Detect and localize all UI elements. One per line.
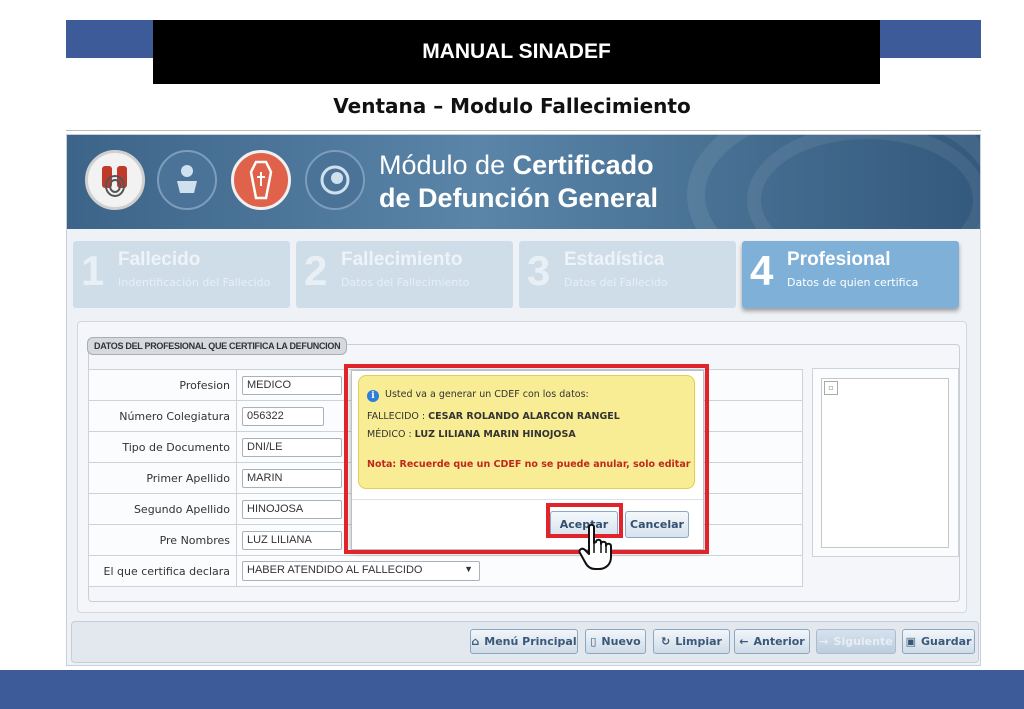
dialog-highlight bbox=[344, 364, 709, 554]
step-title: Fallecimiento bbox=[341, 249, 463, 270]
fetus-icon[interactable] bbox=[305, 150, 365, 210]
arrow-left-icon: ← bbox=[739, 635, 749, 648]
button-label: Guardar bbox=[920, 635, 972, 648]
colegiatura-label: Número Colegiatura bbox=[88, 400, 237, 432]
anterior-button[interactable]: ← Anterior bbox=[734, 629, 810, 654]
tipo-documento-field[interactable]: DNI/LE bbox=[242, 437, 342, 457]
slide-subtitle: Ventana – Modulo Fallecimiento bbox=[333, 94, 691, 118]
button-label: Limpiar bbox=[675, 635, 722, 648]
declara-label: El que certifica declara bbox=[88, 555, 237, 587]
home-icon: ⌂ bbox=[471, 635, 480, 648]
limpiar-button[interactable]: ↻ Limpiar bbox=[653, 629, 730, 654]
file-icon: ▯ bbox=[590, 635, 597, 648]
nuevo-button[interactable]: ▯ Nuevo bbox=[585, 629, 646, 654]
broken-image-icon: ▫ bbox=[824, 381, 838, 395]
slide-header-title: MANUAL SINADEF bbox=[153, 20, 880, 84]
step-number: 1 bbox=[81, 247, 105, 294]
step-subtitle: Datos del Fallecido bbox=[564, 276, 668, 289]
step-subtitle: Indentificación del Fallecido bbox=[118, 276, 271, 289]
button-label: Siguiente bbox=[833, 635, 893, 648]
step-title: Estadística bbox=[564, 249, 665, 270]
pre-nombres-field[interactable]: LUZ LILIANA bbox=[242, 530, 342, 550]
declara-value: HABER ATENDIDO AL FALLECIDO bbox=[247, 564, 423, 576]
app-banner: Módulo de Certificado de Defunción Gener… bbox=[67, 135, 980, 229]
tipo-documento-label: Tipo de Documento bbox=[88, 431, 237, 463]
button-label: Nuevo bbox=[601, 635, 641, 648]
step-profesional[interactable]: 4 Profesional Datos de quien certifica bbox=[742, 241, 959, 308]
fieldset-legend: DATOS DEL PROFESIONAL QUE CERTIFICA LA D… bbox=[87, 337, 348, 355]
step-number: 2 bbox=[304, 247, 328, 294]
step-title: Profesional bbox=[787, 249, 891, 270]
step-subtitle: Datos del Fallecimiento bbox=[341, 276, 470, 289]
profesion-label: Profesion bbox=[88, 369, 237, 401]
step-number: 4 bbox=[750, 247, 774, 294]
segundo-apellido-label: Segundo Apellido bbox=[88, 493, 237, 525]
baby-icon[interactable] bbox=[157, 150, 217, 210]
button-label: Anterior bbox=[753, 635, 805, 648]
pre-nombres-label: Pre Nombres bbox=[88, 524, 237, 556]
primer-apellido-field[interactable]: MARIN bbox=[242, 468, 342, 488]
wizard-steps: 1 Fallecido Indentificación del Fallecid… bbox=[67, 235, 980, 313]
save-icon: ▣ bbox=[905, 635, 916, 648]
guardar-button[interactable]: ▣ Guardar bbox=[902, 629, 975, 654]
hand-cursor-icon bbox=[578, 523, 612, 570]
coffin-icon[interactable] bbox=[231, 150, 291, 210]
profesion-field[interactable]: MEDICO bbox=[242, 375, 342, 395]
app-screenshot: Módulo de Certificado de Defunción Gener… bbox=[66, 134, 981, 666]
photo-frame: ▫ bbox=[821, 378, 949, 548]
menu-principal-button[interactable]: ⌂ Menú Principal bbox=[470, 629, 578, 654]
declara-select[interactable]: HABER ATENDIDO AL FALLECIDO ▼ bbox=[242, 561, 480, 581]
footer-band bbox=[0, 670, 1024, 709]
bottom-toolbar: ⌂ Menú Principal ▯ Nuevo ↻ Limpiar ← Anterio… bbox=[71, 621, 979, 663]
step-estadistica[interactable]: 3 Estadística Datos del Fallecido bbox=[519, 241, 736, 308]
refresh-icon: ↻ bbox=[661, 635, 671, 648]
slide: MANUAL SINADEF Ventana – Modulo Fallecim… bbox=[0, 0, 1024, 709]
segundo-apellido-field[interactable]: HINOJOSA bbox=[242, 499, 342, 519]
step-number: 3 bbox=[527, 247, 551, 294]
fingerprint-icon[interactable] bbox=[85, 150, 145, 210]
step-subtitle: Datos de quien certifica bbox=[787, 276, 919, 289]
photo-cell: ▫ bbox=[812, 368, 959, 557]
dropdown-arrow-icon: ▼ bbox=[464, 564, 473, 574]
step-title: Fallecido bbox=[118, 249, 201, 270]
table-row: El que certifica declara HABER ATENDIDO … bbox=[88, 555, 803, 587]
arrow-right-icon: → bbox=[819, 635, 829, 648]
button-label: Menú Principal bbox=[484, 635, 577, 648]
banner-decoration bbox=[747, 135, 980, 229]
module-title: Módulo de Certificado de Defunción Gener… bbox=[379, 150, 659, 213]
primer-apellido-label: Primer Apellido bbox=[88, 462, 237, 494]
siguiente-button[interactable]: → Siguiente bbox=[816, 629, 896, 654]
colegiatura-field[interactable]: 056322 bbox=[242, 406, 324, 426]
divider bbox=[66, 130, 981, 131]
step-fallecido[interactable]: 1 Fallecido Indentificación del Fallecid… bbox=[73, 241, 290, 308]
step-fallecimiento[interactable]: 2 Fallecimiento Datos del Fallecimiento bbox=[296, 241, 513, 308]
